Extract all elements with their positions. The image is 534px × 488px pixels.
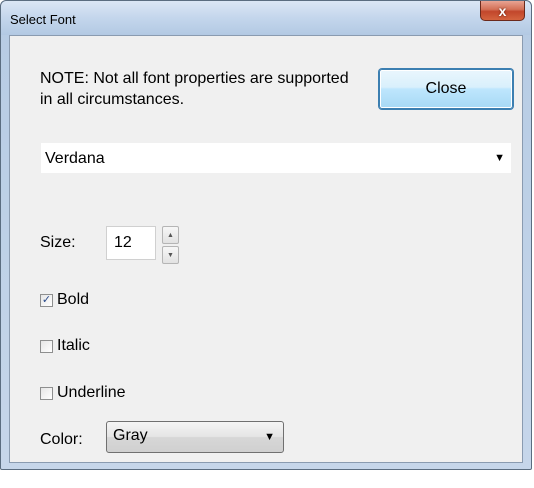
size-input[interactable]: 12 (106, 226, 156, 260)
chevron-down-icon: ▼ (264, 431, 275, 443)
close-icon: x (498, 2, 507, 19)
italic-label: Italic (57, 337, 90, 354)
color-label: Color: (40, 431, 83, 448)
close-button[interactable]: Close (379, 69, 513, 109)
font-family-select[interactable]: Verdana ▼ (40, 142, 512, 174)
size-down-button[interactable]: ▼ (162, 246, 179, 264)
window-title: Select Font (10, 12, 76, 27)
title-bar[interactable]: Select Font x (1, 1, 531, 35)
underline-checkbox[interactable]: Underline (40, 384, 125, 402)
note-text: NOTE: Not all font properties are suppor… (40, 70, 349, 108)
size-value: 12 (114, 234, 132, 251)
font-family-value: Verdana (45, 150, 105, 167)
checkbox-checked-icon: ✓ (40, 293, 53, 307)
checkbox-unchecked-icon (40, 386, 53, 400)
bold-label: Bold (57, 291, 90, 308)
size-stepper: ▲ ▼ (162, 226, 179, 264)
select-font-dialog: Select Font x NOTE: Not all font propert… (0, 0, 532, 470)
arrow-up-icon: ▲ (167, 231, 174, 239)
chevron-down-icon: ▼ (494, 152, 505, 164)
underline-label: Underline (57, 384, 126, 401)
color-select[interactable]: Gray ▼ (106, 421, 284, 453)
size-label: Size: (40, 234, 76, 251)
arrow-down-icon: ▼ (167, 251, 174, 259)
color-value: Gray (113, 427, 148, 444)
italic-checkbox[interactable]: Italic (40, 337, 90, 355)
size-up-button[interactable]: ▲ (162, 226, 179, 244)
bold-checkbox[interactable]: ✓ Bold (40, 291, 89, 309)
dialog-body: NOTE: Not all font properties are suppor… (9, 35, 523, 463)
checkbox-unchecked-icon (40, 339, 53, 353)
window-close-button[interactable]: x (480, 1, 525, 21)
close-button-label: Close (425, 80, 467, 97)
